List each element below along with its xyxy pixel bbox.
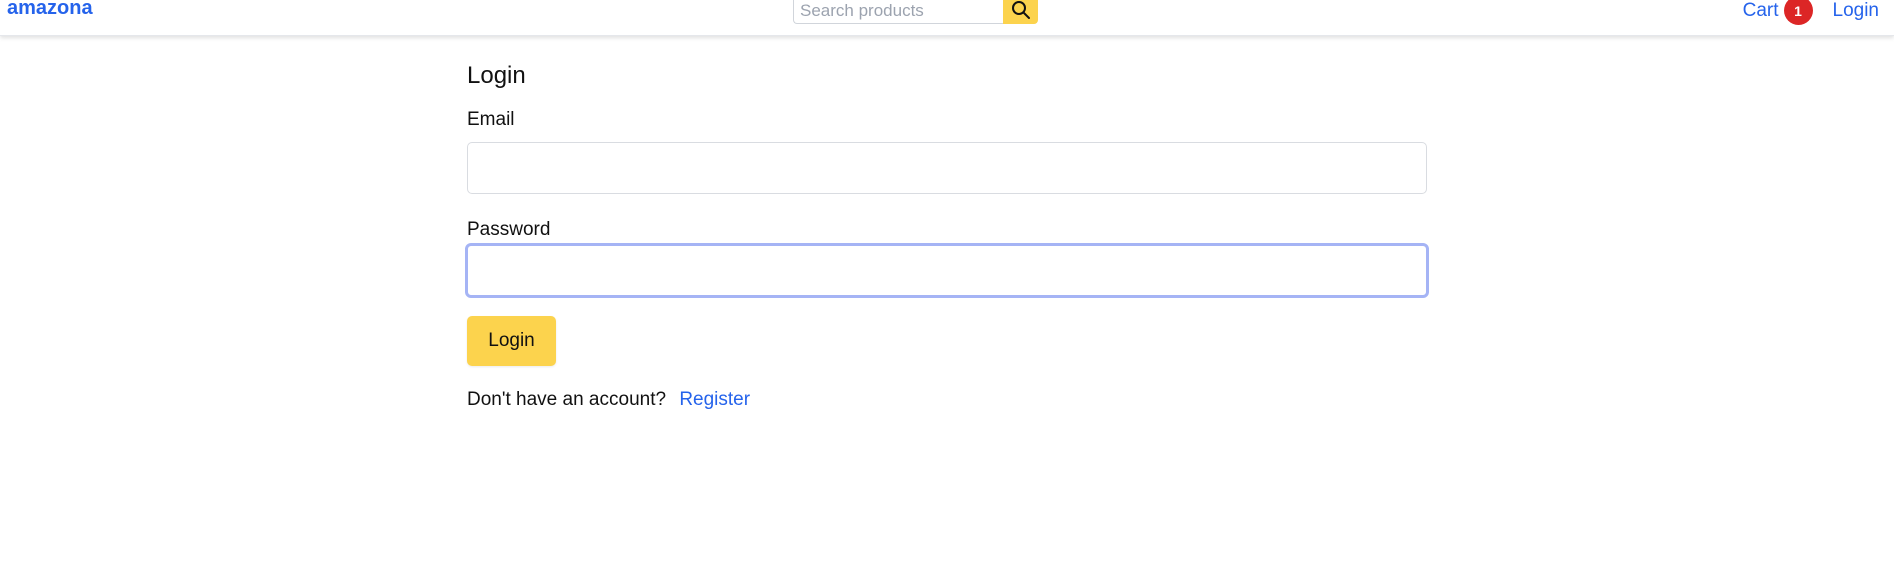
password-label: Password: [467, 219, 551, 240]
brand-logo-link[interactable]: amazona: [7, 0, 93, 20]
cart-count-badge: 1: [1783, 0, 1813, 25]
cart-link[interactable]: Cart 1: [1743, 0, 1813, 25]
login-submit-button[interactable]: Login: [467, 316, 556, 366]
login-link[interactable]: Login: [1833, 0, 1880, 22]
cart-label: Cart: [1742, 0, 1779, 21]
search-form: [793, 0, 1038, 24]
search-input[interactable]: [793, 0, 1003, 24]
register-row: Don't have an account? Register: [467, 388, 750, 412]
login-form: Login Email Password Login Don't have an…: [465, 60, 1429, 410]
register-link[interactable]: Register: [679, 389, 750, 410]
search-icon: [1011, 0, 1031, 23]
navbar: amazona Cart 1 Login: [0, 0, 1894, 36]
search-button[interactable]: [1003, 0, 1038, 24]
register-prompt: Don't have an account?: [467, 389, 667, 410]
page-title: Login: [467, 62, 526, 89]
email-label: Email: [467, 109, 515, 130]
password-field[interactable]: [465, 243, 1429, 298]
email-field[interactable]: [467, 142, 1427, 194]
nav-links: Cart 1 Login: [1743, 0, 1879, 25]
